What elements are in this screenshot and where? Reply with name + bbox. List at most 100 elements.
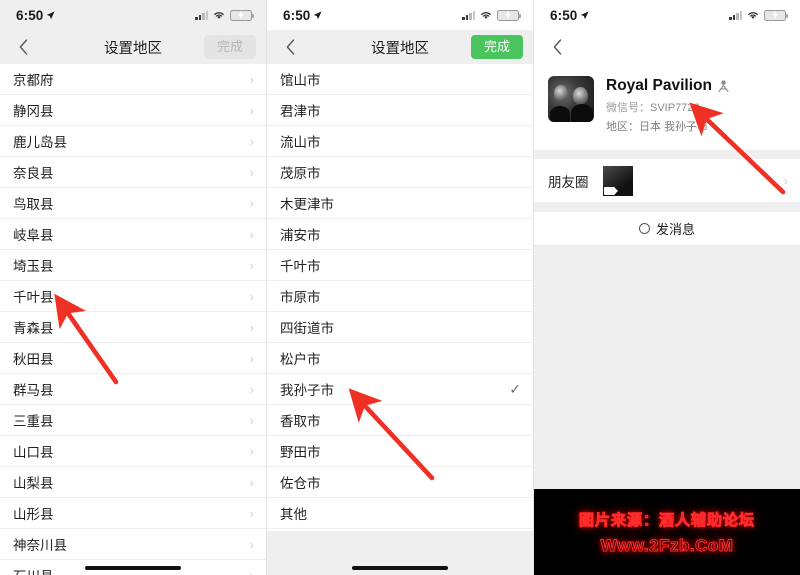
list-item-label: 青森县 [13,321,54,336]
list-item[interactable]: 我孙子市 ✓ [267,374,533,405]
moments-row[interactable]: 朋友圈 › [534,159,800,203]
list-item-label: 埼玉县 [13,259,54,274]
done-button-panel2[interactable]: 完成 [470,34,523,60]
list-item[interactable]: 馆山市 [267,64,533,95]
panel-contact-profile: 6:50 Royal Pavilion 微信号：SVIP7720 地区：日本 我… [534,0,800,575]
list-item-label: 群马县 [13,383,54,398]
status-bar-time-group-3: 6:50 [550,8,589,23]
wifi-icon [481,12,491,19]
status-bar-panel1: 6:50 [0,0,266,30]
person-icon [718,80,729,92]
list-item-label: 四街道市 [280,321,334,336]
list-item[interactable]: 流山市 [267,126,533,157]
status-bar-panel3: 6:50 [534,0,800,30]
chevron-right-icon: › [249,71,254,87]
avatar[interactable] [548,76,594,122]
profile-info: Royal Pavilion 微信号：SVIP7720 地区：日本 我孙子市 [606,76,729,134]
chevron-right-icon: › [249,381,254,397]
chevron-right-icon: › [249,102,254,118]
region-label: 地区： [606,121,639,133]
status-bar-indicators-2 [462,9,521,21]
province-list[interactable]: 京都府 › 静冈县 › 鹿儿岛县 › 奈良县 › 鸟取县 › 岐阜县 › 埼玉县 › 千叶县 › 青森县 › 秋田县… [0,64,266,575]
list-item-label: 三重县 [13,414,54,429]
send-message-button[interactable]: 发消息 [534,212,800,246]
chevron-left-icon [19,39,27,55]
moments-label: 朋友圈 [548,174,589,190]
list-item[interactable]: 佐仓市 [267,467,533,498]
home-indicator-panel1 [85,566,181,570]
list-item[interactable]: 神奈川县 › [0,529,266,560]
profile-header[interactable]: Royal Pavilion 微信号：SVIP7720 地区：日本 我孙子市 [534,64,800,150]
status-bar-time-2: 6:50 [283,7,311,23]
list-item[interactable]: 市原市 [267,281,533,312]
nav-bar-panel2: 设置地区 完成 [267,30,533,64]
chevron-right-icon: › [249,226,254,242]
list-item[interactable]: 山梨县 › [0,467,266,498]
status-bar-time: 6:50 [16,7,44,23]
chevron-right-icon: › [249,288,254,304]
back-button-panel1[interactable] [10,34,36,60]
wechat-id-label: 微信号： [606,102,650,114]
status-bar-indicators-3 [729,9,788,21]
list-item[interactable]: 君津市 [267,95,533,126]
chevron-right-icon: › [249,195,254,211]
status-bar-panel2: 6:50 [267,0,533,30]
send-message-label: 发消息 [655,222,695,237]
list-item-label: 鹿儿岛县 [13,135,67,150]
list-item[interactable]: 山形县 › [0,498,266,529]
nav-bar-panel1: 设置地区 完成 [0,30,266,64]
home-indicator-panel2 [352,566,448,570]
back-button-panel3[interactable] [544,34,570,60]
list-item-label: 流山市 [280,135,321,150]
list-item[interactable]: 木更津市 [267,188,533,219]
list-item-label: 秋田县 [13,352,54,367]
list-item-label: 市原市 [280,290,321,305]
city-list[interactable]: 馆山市君津市流山市茂原市 木更津市浦安市千叶市市原市四街道市松户市 我孙子市 ✓ 香取市… [267,64,533,529]
list-item-label: 山形县 [13,507,54,522]
list-item[interactable]: 埼玉县 › [0,250,266,281]
location-arrow-icon [47,10,55,19]
list-item[interactable]: 京都府 › [0,64,266,95]
list-item-label: 神奈川县 [13,538,67,553]
list-item[interactable]: 青森县 › [0,312,266,343]
list-item[interactable]: 松户市 [267,343,533,374]
chevron-right-icon: › [783,173,788,188]
list-item[interactable]: 三重县 › [0,405,266,436]
done-button-panel1[interactable]: 完成 [203,34,256,60]
list-item[interactable]: 野田市 [267,436,533,467]
list-item[interactable]: 香取市 [267,405,533,436]
back-button-panel2[interactable] [277,34,303,60]
region-value: 日本 我孙子市 [639,121,709,133]
list-item[interactable]: 四街道市 [267,312,533,343]
cellular-signal-icon [462,10,475,20]
list-item[interactable]: 岐阜县 › [0,219,266,250]
list-item[interactable]: 茂原市 [267,157,533,188]
cellular-signal-icon [195,10,208,20]
list-item[interactable]: 奈良县 › [0,157,266,188]
checkmark-icon: ✓ [509,381,521,397]
profile-name-row: Royal Pavilion [606,77,729,95]
location-arrow-icon [314,10,322,19]
chevron-right-icon: › [249,505,254,521]
list-item-label: 浦安市 [280,228,321,243]
battery-charging-icon [497,9,521,21]
wifi-icon [214,12,224,19]
list-item[interactable]: 鸟取县 › [0,188,266,219]
list-item[interactable]: 山口县 › [0,436,266,467]
list-item[interactable]: 鹿儿岛县 › [0,126,266,157]
list-item[interactable]: 千叶县 › [0,281,266,312]
video-thumbnail[interactable] [602,165,633,196]
list-item[interactable]: 其他 [267,498,533,529]
list-item-label: 君津市 [280,104,321,119]
chevron-left-icon [553,39,561,55]
profile-display-name: Royal Pavilion [606,77,712,94]
list-item[interactable]: 秋田县 › [0,343,266,374]
location-arrow-icon [581,10,589,19]
list-item[interactable]: 千叶市 [267,250,533,281]
cellular-signal-icon [729,10,742,20]
wechat-id-row: 微信号：SVIP7720 [606,99,729,115]
list-item[interactable]: 浦安市 [267,219,533,250]
list-item[interactable]: 静冈县 › [0,95,266,126]
list-item[interactable]: 群马县 › [0,374,266,405]
battery-charging-icon [230,9,254,21]
